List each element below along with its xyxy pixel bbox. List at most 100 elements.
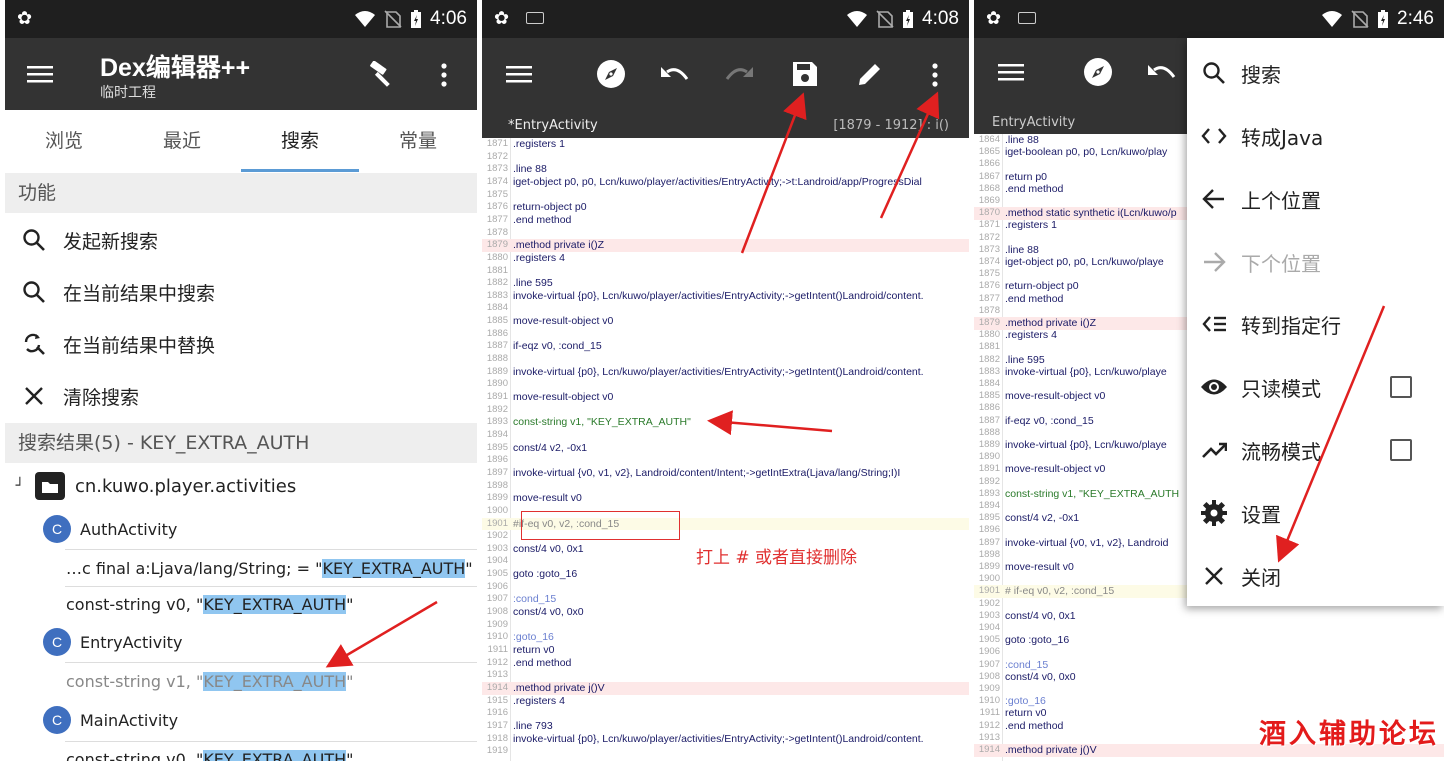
code-line[interactable]: 1899 move-result v0 [482, 492, 969, 505]
code-line[interactable]: 1907 :cond_15 [974, 659, 1444, 672]
code-line[interactable]: 1879 .method private i()Z [482, 239, 969, 252]
clear-search-item[interactable]: 清除搜索 [5, 370, 477, 422]
code-line[interactable]: 1873 .line 88 [482, 163, 969, 176]
replace-in-results-item[interactable]: 在当前结果中替换 [5, 318, 477, 370]
code-line[interactable]: 1884 [482, 302, 969, 315]
code-line[interactable]: 1907 :cond_15 [482, 593, 969, 606]
search-in-results-item[interactable]: 在当前结果中搜索 [5, 266, 477, 318]
build-hammer-icon[interactable] [365, 58, 399, 92]
more-vert-icon[interactable] [433, 58, 455, 92]
code-line[interactable]: 1896 [482, 454, 969, 467]
edit-pencil-icon[interactable] [854, 58, 886, 90]
file-name[interactable]: EntryActivity [992, 115, 1075, 130]
code-line[interactable]: 1915 .registers 4 [482, 695, 969, 708]
code-line[interactable]: 1917 .line 793 [482, 720, 969, 733]
code-text: if-eqz v0, :cond_15 [513, 340, 602, 353]
tab-constants[interactable]: 常量 [359, 110, 477, 172]
package-row[interactable]: ┘ cn.kuwo.player.activities [5, 468, 477, 504]
code-line[interactable]: 1894 [482, 429, 969, 442]
code-line[interactable]: 1916 [482, 707, 969, 720]
code-line[interactable]: 1877 .end method [482, 214, 969, 227]
code-line[interactable]: 1913 [482, 669, 969, 682]
code-line[interactable]: 1893 const-string v1, "KEY_EXTRA_AUTH" [482, 416, 969, 429]
save-icon[interactable] [789, 58, 821, 90]
compass-icon[interactable] [1082, 56, 1114, 88]
new-search-item[interactable]: 发起新搜索 [5, 214, 477, 266]
menu-item-to-java[interactable]: 转成Java [1187, 105, 1444, 167]
undo-icon[interactable] [1145, 58, 1177, 86]
file-name[interactable]: *EntryActivity [508, 118, 598, 133]
line-number: 1892 [486, 403, 508, 415]
code-line[interactable]: 1912 .end method [482, 657, 969, 670]
code-line[interactable]: 1891 move-result-object v0 [482, 391, 969, 404]
menu-icon[interactable] [996, 58, 1026, 86]
menu-item-close[interactable]: 关闭 [1187, 545, 1444, 607]
tab-search[interactable]: 搜索 [241, 110, 359, 172]
result-line[interactable]: …c final a:Ljava/lang/String; = " KEY_EXT… [5, 553, 477, 583]
result-line[interactable]: const-string v0, " KEY_EXTRA_AUTH " [5, 744, 477, 761]
result-line[interactable]: const-string v1, " KEY_EXTRA_AUTH " [5, 666, 477, 696]
code-line[interactable]: 1887 if-eqz v0, :cond_15 [482, 340, 969, 353]
code-line[interactable]: 1909 [974, 683, 1444, 696]
code-line[interactable]: 1883 invoke-virtual {p0}, Lcn/kuwo/playe… [482, 290, 969, 303]
code-line[interactable]: 1909 [482, 619, 969, 632]
menu-item-smooth[interactable]: 流畅模式 [1187, 419, 1444, 481]
readonly-checkbox[interactable] [1390, 376, 1412, 398]
undo-icon[interactable] [658, 60, 690, 88]
code-line[interactable]: 1885 move-result-object v0 [482, 315, 969, 328]
tab-recent[interactable]: 最近 [123, 110, 241, 172]
code-line[interactable]: 1892 [482, 404, 969, 417]
result-line[interactable]: const-string v0, " KEY_EXTRA_AUTH " [5, 589, 477, 619]
code-line[interactable]: 1895 const/4 v2, -0x1 [482, 442, 969, 455]
collapse-icon[interactable]: ┘ [5, 478, 35, 494]
code-line[interactable]: 1905 goto :goto_16 [482, 568, 969, 581]
code-line[interactable]: 1889 invoke-virtual {p0}, Lcn/kuwo/playe… [482, 366, 969, 379]
code-line[interactable]: 1874 iget-object p0, p0, Lcn/kuwo/player… [482, 176, 969, 189]
menu-item-next-position[interactable]: 下个位置 [1187, 231, 1444, 293]
replace-in-results-label: 在当前结果中替换 [63, 334, 216, 357]
menu-item-prev-position[interactable]: 上个位置 [1187, 168, 1444, 230]
code-line[interactable]: 1904 [974, 622, 1444, 635]
code-line[interactable]: 1876 return-object p0 [482, 201, 969, 214]
code-line[interactable]: 1903 const/4 v0, 0x1 [974, 610, 1444, 623]
code-line[interactable]: 1878 [482, 227, 969, 240]
code-line[interactable]: 1897 invoke-virtual {v0, v1, v2}, Landro… [482, 467, 969, 480]
class-row-auth[interactable]: C AuthActivity [5, 512, 477, 546]
code-line[interactable]: 1905 goto :goto_16 [974, 634, 1444, 647]
code-line[interactable]: 1906 [974, 646, 1444, 659]
line-number: 1907 [486, 593, 508, 605]
redo-icon[interactable] [724, 60, 756, 88]
code-line[interactable]: 1908 const/4 v0, 0x0 [482, 606, 969, 619]
code-line[interactable]: 1898 [482, 480, 969, 493]
code-line[interactable]: 1871 .registers 1 [482, 138, 969, 151]
smooth-checkbox[interactable] [1390, 439, 1412, 461]
code-line[interactable]: 1880 .registers 4 [482, 252, 969, 265]
more-vert-icon[interactable] [924, 58, 946, 92]
code-line[interactable]: 1886 [482, 328, 969, 341]
code-line[interactable]: 1910 :goto_16 [482, 631, 969, 644]
code-line[interactable]: 1890 [482, 378, 969, 391]
code-line[interactable]: 1882 .line 595 [482, 277, 969, 290]
menu-item-goto-line[interactable]: 转到指定行 [1187, 293, 1444, 355]
menu-item-search[interactable]: 搜索 [1187, 42, 1444, 104]
code-line[interactable]: 1875 [482, 189, 969, 202]
code-line[interactable]: 1918 invoke-virtual {p0}, Lcn/kuwo/playe… [482, 733, 969, 746]
code-line[interactable]: 1911 return v0 [482, 644, 969, 657]
menu-item-readonly[interactable]: 只读模式 [1187, 356, 1444, 418]
menu-icon[interactable] [504, 60, 534, 88]
tab-browse[interactable]: 浏览 [5, 110, 123, 172]
menu-icon[interactable] [23, 60, 57, 88]
code-line[interactable]: 1908 const/4 v0, 0x0 [974, 671, 1444, 684]
code-line[interactable]: 1888 [482, 353, 969, 366]
code-line[interactable]: 1881 [482, 265, 969, 278]
code-line[interactable]: 1914 .method private j()V [482, 681, 969, 695]
code-line[interactable]: 1910 :goto_16 [974, 695, 1444, 708]
code-line[interactable]: 1872 [482, 151, 969, 164]
menu-item-settings[interactable]: 设置 [1187, 482, 1444, 544]
compass-icon[interactable] [595, 58, 627, 90]
code-line[interactable]: 1919 [482, 745, 969, 758]
class-row-main[interactable]: C MainActivity [5, 703, 477, 737]
class-row-entry[interactable]: C EntryActivity [5, 625, 477, 659]
code-editor[interactable]: 1871 .registers 1 1872 1873 .line 88 1874 i… [482, 138, 969, 761]
code-line[interactable]: 1906 [482, 581, 969, 594]
